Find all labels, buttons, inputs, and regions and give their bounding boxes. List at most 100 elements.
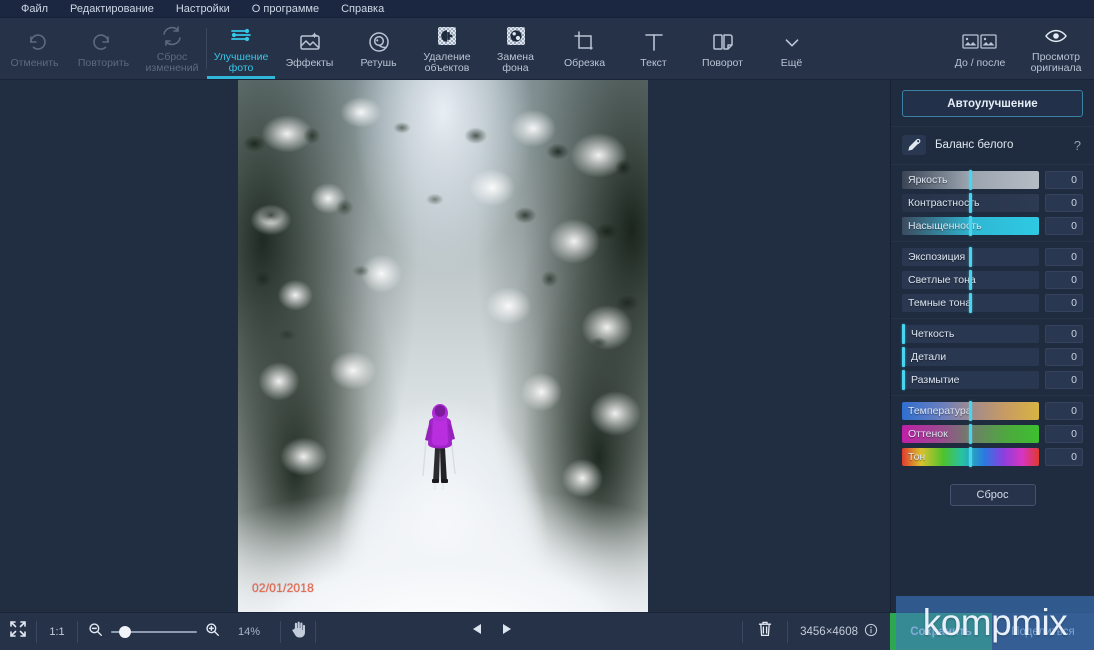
history-tool-group: Отменить Повторить Сброс изменений: [0, 18, 206, 79]
slider-exposure-label: Экспозиция: [908, 251, 966, 263]
slider-hue-label: Тон: [908, 451, 926, 463]
tool-text[interactable]: Текст: [619, 18, 688, 79]
eyedropper-icon[interactable]: [902, 135, 926, 155]
panel-spacer: [891, 518, 1094, 612]
slider-blur[interactable]: Размытие 0: [902, 370, 1083, 390]
slider-tint-track[interactable]: Оттенок: [902, 424, 1039, 444]
redo-button[interactable]: Повторить: [69, 18, 138, 79]
slider-temperature-value[interactable]: 0: [1045, 402, 1083, 420]
image-navigation: [470, 622, 514, 641]
tool-more[interactable]: Ещё: [757, 18, 826, 79]
status-right-group: 3456×4608 Сохранить Поделиться: [742, 612, 1094, 650]
slider-blur-handle[interactable]: [902, 370, 905, 390]
slider-brightness-value[interactable]: 0: [1045, 171, 1083, 189]
auto-enhance-button[interactable]: Автоулучшение: [902, 90, 1083, 117]
slider-tint-value[interactable]: 0: [1045, 425, 1083, 443]
menu-edit[interactable]: Редактирование: [59, 0, 165, 18]
delete-button[interactable]: [743, 613, 787, 650]
slider-contrast-track[interactable]: Контрастность: [902, 193, 1039, 213]
slider-temperature-handle[interactable]: [969, 401, 972, 421]
slider-hue-track[interactable]: Тон: [902, 447, 1039, 467]
slider-sharpness-value[interactable]: 0: [1045, 325, 1083, 343]
slider-sharpness-handle[interactable]: [902, 324, 905, 344]
zoom-ratio-button[interactable]: 1:1: [37, 613, 77, 650]
slider-brightness-handle[interactable]: [969, 170, 972, 190]
reset-changes-button[interactable]: Сброс изменений: [138, 18, 206, 79]
slider-blur-value[interactable]: 0: [1045, 371, 1083, 389]
undo-button[interactable]: Отменить: [0, 18, 69, 79]
tool-object-removal[interactable]: Удаление объектов: [413, 18, 481, 79]
tool-background-replace[interactable]: Замена фона: [481, 18, 550, 79]
tool-effects[interactable]: Эффекты: [275, 18, 344, 79]
slider-hue-handle[interactable]: [969, 447, 972, 467]
next-image-icon[interactable]: [500, 622, 514, 641]
slider-shadows[interactable]: Темные тона 0: [902, 293, 1083, 313]
white-balance-help-icon[interactable]: ?: [1074, 138, 1083, 153]
before-after-icon: [962, 29, 998, 55]
slider-exposure-track[interactable]: Экспозиция: [902, 247, 1039, 267]
redo-label: Повторить: [77, 56, 130, 69]
slider-shadows-value[interactable]: 0: [1045, 294, 1083, 312]
slider-highlights[interactable]: Светлые тона 0: [902, 270, 1083, 290]
view-original-button[interactable]: Просмотр оригинала: [1018, 18, 1094, 79]
slider-highlights-handle[interactable]: [969, 270, 972, 290]
zoom-in-icon[interactable]: [205, 622, 220, 642]
info-icon[interactable]: [864, 623, 878, 640]
tool-rotate[interactable]: Поворот: [688, 18, 757, 79]
share-button[interactable]: Поделиться: [992, 612, 1094, 650]
slider-saturation[interactable]: Насыщенность 0: [902, 216, 1083, 236]
slider-sharpness[interactable]: Четкость 0: [902, 324, 1083, 344]
menu-about[interactable]: О программе: [241, 0, 330, 18]
fit-to-screen-button[interactable]: [0, 613, 36, 650]
prev-image-icon[interactable]: [470, 622, 484, 641]
slider-exposure-value[interactable]: 0: [1045, 248, 1083, 266]
hand-tool-button[interactable]: [281, 613, 315, 650]
slider-saturation-value[interactable]: 0: [1045, 217, 1083, 235]
menu-help[interactable]: Справка: [330, 0, 395, 18]
slider-group-tone: Яркость 0 Контрастность 0 Насыщенность 0: [891, 165, 1094, 241]
status-divider-4: [315, 620, 316, 643]
slider-shadows-track[interactable]: Темные тона: [902, 293, 1039, 313]
slider-details-handle[interactable]: [902, 347, 905, 367]
zoom-out-icon[interactable]: [88, 622, 103, 642]
menu-file[interactable]: Файл: [10, 0, 59, 18]
slider-tint[interactable]: Оттенок 0: [902, 424, 1083, 444]
slider-hue[interactable]: Тон 0: [902, 447, 1083, 467]
slider-contrast-value[interactable]: 0: [1045, 194, 1083, 212]
white-balance-row[interactable]: Баланс белого ?: [891, 126, 1094, 165]
slider-contrast[interactable]: Контрастность 0: [902, 193, 1083, 213]
save-button[interactable]: Сохранить: [890, 612, 992, 650]
slider-shadows-label: Темные тона: [908, 297, 972, 309]
slider-brightness-track[interactable]: Яркость: [902, 170, 1039, 190]
slider-temperature[interactable]: Температура 0: [902, 401, 1083, 421]
tool-crop[interactable]: Обрезка: [550, 18, 619, 79]
slider-exposure[interactable]: Экспозиция 0: [902, 247, 1083, 267]
zoom-slider-knob[interactable]: [119, 625, 131, 638]
tool-retouch[interactable]: Ретушь: [344, 18, 413, 79]
before-after-button[interactable]: До / после: [942, 18, 1018, 79]
slider-highlights-value[interactable]: 0: [1045, 271, 1083, 289]
slider-shadows-handle[interactable]: [969, 293, 972, 313]
canvas-workspace[interactable]: 02/01/2018: [0, 80, 890, 618]
undo-label: Отменить: [10, 56, 59, 69]
zoom-slider[interactable]: [111, 625, 197, 639]
panel-reset-button[interactable]: Сброс: [949, 484, 1036, 506]
slider-saturation-track[interactable]: Насыщенность: [902, 216, 1039, 236]
slider-contrast-handle[interactable]: [969, 193, 972, 213]
slider-brightness[interactable]: Яркость 0: [902, 170, 1083, 190]
slider-saturation-handle[interactable]: [969, 216, 972, 236]
slider-details[interactable]: Детали 0: [902, 347, 1083, 367]
menu-settings[interactable]: Настройки: [165, 0, 241, 18]
slider-details-track[interactable]: Детали: [902, 347, 1039, 367]
panel-reset-section: Сброс: [891, 472, 1094, 518]
slider-blur-track[interactable]: Размытие: [902, 370, 1039, 390]
slider-highlights-track[interactable]: Светлые тона: [902, 270, 1039, 290]
photo-frame[interactable]: 02/01/2018: [238, 80, 648, 618]
slider-temperature-track[interactable]: Температура: [902, 401, 1039, 421]
slider-details-value[interactable]: 0: [1045, 348, 1083, 366]
slider-hue-value[interactable]: 0: [1045, 448, 1083, 466]
slider-tint-handle[interactable]: [969, 424, 972, 444]
slider-sharpness-track[interactable]: Четкость: [902, 324, 1039, 344]
tool-photo-enhance[interactable]: Улучшение фото: [207, 18, 275, 79]
slider-exposure-handle[interactable]: [969, 247, 972, 267]
